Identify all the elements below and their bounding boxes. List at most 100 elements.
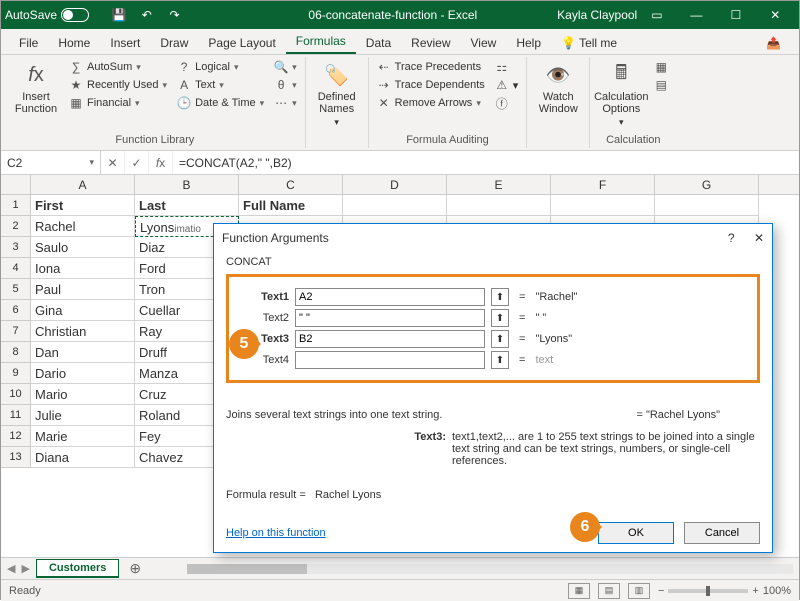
calc-now-button[interactable]: ▦ — [652, 59, 670, 75]
tab-view[interactable]: View — [461, 32, 507, 54]
name-box[interactable]: C2▾ — [1, 151, 101, 174]
cell[interactable]: Dan — [31, 342, 135, 363]
more-functions-button[interactable]: ⋯ — [272, 95, 299, 111]
fx-icon[interactable]: fx — [149, 151, 173, 174]
text-button[interactable]: AText — [175, 77, 266, 93]
financial-button[interactable]: ▦Financial — [67, 95, 169, 111]
horizontal-scrollbar[interactable] — [187, 564, 793, 574]
redo-icon[interactable]: ↷ — [167, 7, 183, 23]
range-select-icon[interactable]: ⬆ — [491, 351, 509, 369]
lookup-button[interactable]: 🔍 — [272, 59, 299, 75]
cell[interactable]: Christian — [31, 321, 135, 342]
formula-input[interactable]: =CONCAT(A2," ",B2) — [173, 156, 799, 170]
normal-view-icon[interactable]: ▦ — [568, 583, 590, 599]
cancel-button[interactable]: Cancel — [684, 522, 760, 544]
remove-arrows-button[interactable]: ✕Remove Arrows — [375, 95, 487, 111]
range-select-icon[interactable]: ⬆ — [491, 330, 509, 348]
row-header[interactable]: 8 — [1, 342, 31, 363]
tab-data[interactable]: Data — [356, 32, 401, 54]
range-select-icon[interactable]: ⬆ — [491, 309, 509, 327]
evaluate-button[interactable]: ⓕ — [493, 95, 521, 111]
cell[interactable]: Gina — [31, 300, 135, 321]
row-header[interactable]: 13 — [1, 447, 31, 468]
row-header[interactable]: 10 — [1, 384, 31, 405]
row-header[interactable]: 6 — [1, 300, 31, 321]
cell[interactable]: Paul — [31, 279, 135, 300]
zoom-level[interactable]: 100% — [763, 585, 791, 597]
help-link[interactable]: Help on this function — [226, 527, 326, 539]
defined-names-button[interactable]: 🏷️ Defined Names▾ — [312, 59, 362, 132]
cell[interactable]: Last — [135, 195, 239, 216]
accept-formula-icon[interactable]: ✓ — [125, 151, 149, 174]
trace-precedents-button[interactable]: ⇠Trace Precedents — [375, 59, 487, 75]
cell[interactable]: Full Name — [239, 195, 343, 216]
tab-home[interactable]: Home — [48, 32, 100, 54]
math-button[interactable]: θ — [272, 77, 299, 93]
row-header[interactable]: 9 — [1, 363, 31, 384]
tab-insert[interactable]: Insert — [100, 32, 150, 54]
cell[interactable]: Rachel — [31, 216, 135, 237]
insert-function-button[interactable]: fx Insert Function — [11, 59, 61, 132]
add-sheet-icon[interactable]: ⊕ — [129, 560, 141, 577]
page-break-view-icon[interactable]: ▥ — [628, 583, 650, 599]
arg-input-2[interactable] — [295, 330, 485, 348]
dialog-help-icon[interactable]: ? — [728, 231, 735, 245]
arg-input-1[interactable] — [295, 309, 485, 327]
col-G[interactable]: G — [655, 175, 759, 194]
close-icon[interactable]: ✕ — [756, 1, 795, 29]
sheet-tab-customers[interactable]: Customers — [36, 559, 119, 578]
zoom-in-icon[interactable]: + — [752, 585, 758, 597]
col-E[interactable]: E — [447, 175, 551, 194]
calc-options-button[interactable]: 🖩 Calculation Options▾ — [596, 59, 646, 132]
tab-review[interactable]: Review — [401, 32, 460, 54]
row-header[interactable]: 2 — [1, 216, 31, 237]
row-header[interactable]: 11 — [1, 405, 31, 426]
zoom-slider[interactable]: − + 100% — [658, 585, 791, 597]
ribbon-options-icon[interactable]: ▭ — [637, 1, 676, 29]
col-D[interactable]: D — [343, 175, 447, 194]
undo-icon[interactable]: ↶ — [139, 7, 155, 23]
maximize-icon[interactable]: ☐ — [716, 1, 755, 29]
range-select-icon[interactable]: ⬆ — [491, 288, 509, 306]
autosum-button[interactable]: ∑AutoSum — [67, 59, 169, 75]
row-header[interactable]: 12 — [1, 426, 31, 447]
select-all-triangle[interactable] — [1, 175, 31, 194]
arg-input-3[interactable] — [295, 351, 485, 369]
col-B[interactable]: B — [135, 175, 239, 194]
row-header[interactable]: 7 — [1, 321, 31, 342]
arg-input-0[interactable] — [295, 288, 485, 306]
share-icon[interactable]: 📤 — [756, 32, 791, 54]
cell[interactable]: Julie — [31, 405, 135, 426]
cell[interactable]: First — [31, 195, 135, 216]
minimize-icon[interactable]: — — [677, 1, 716, 29]
datetime-button[interactable]: 🕒Date & Time — [175, 95, 266, 111]
show-formulas-button[interactable]: ⚏ — [493, 59, 521, 75]
row-header[interactable]: 3 — [1, 237, 31, 258]
trace-dependents-button[interactable]: ⇢Trace Dependents — [375, 77, 487, 93]
sheet-next-icon[interactable]: ▶ — [21, 562, 29, 575]
col-A[interactable]: A — [31, 175, 135, 194]
cell[interactable]: Iona — [31, 258, 135, 279]
col-F[interactable]: F — [551, 175, 655, 194]
ok-button[interactable]: OK — [598, 522, 674, 544]
row-header[interactable]: 1 — [1, 195, 31, 216]
dialog-close-icon[interactable]: ✕ — [754, 231, 764, 245]
zoom-out-icon[interactable]: − — [658, 585, 664, 597]
tab-formulas[interactable]: Formulas — [286, 30, 356, 54]
col-C[interactable]: C — [239, 175, 343, 194]
cell[interactable]: Marie — [31, 426, 135, 447]
autosave-toggle[interactable]: AutoSave — [5, 8, 89, 22]
cell[interactable]: Saulo — [31, 237, 135, 258]
cell[interactable]: Mario — [31, 384, 135, 405]
toggle-off-icon[interactable] — [61, 8, 89, 22]
cancel-formula-icon[interactable]: ✕ — [101, 151, 125, 174]
tell-me[interactable]: 💡 Tell me — [551, 32, 627, 54]
sheet-prev-icon[interactable]: ◀ — [7, 562, 15, 575]
row-header[interactable]: 4 — [1, 258, 31, 279]
tab-draw[interactable]: Draw — [150, 32, 198, 54]
row-header[interactable]: 5 — [1, 279, 31, 300]
calc-sheet-button[interactable]: ▤ — [652, 77, 670, 93]
error-check-button[interactable]: ⚠▾ — [493, 77, 521, 93]
page-layout-view-icon[interactable]: ▤ — [598, 583, 620, 599]
watch-window-button[interactable]: 👁️ Watch Window — [533, 59, 583, 132]
